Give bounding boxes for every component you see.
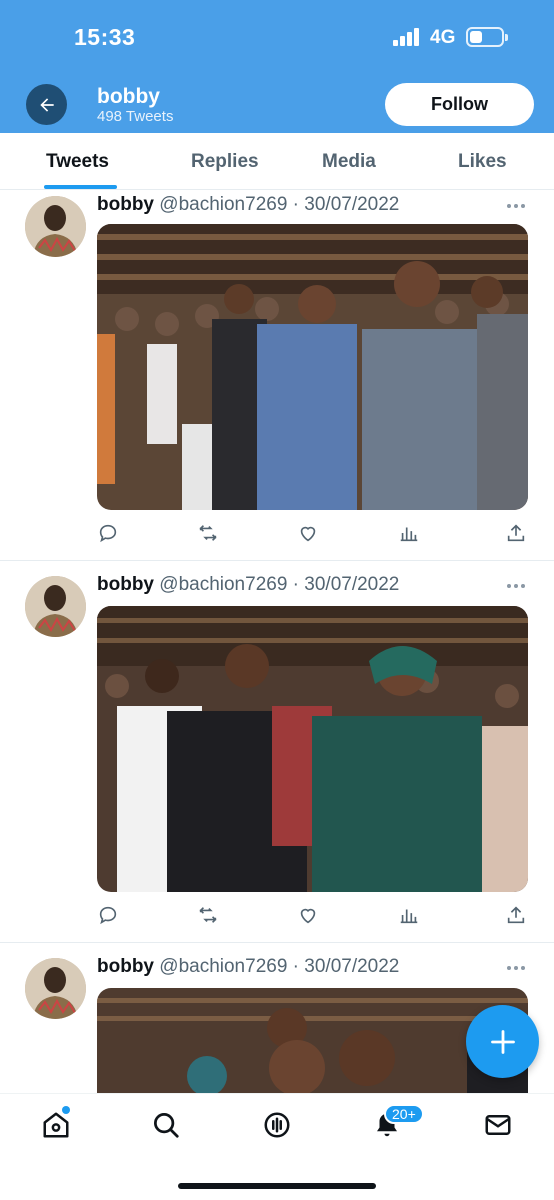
home-icon[interactable]: [41, 1110, 71, 1140]
tweet-card[interactable]: bobby @bachion7269 · 30/07/2022: [0, 190, 554, 561]
home-unread-dot: [62, 1106, 70, 1114]
tweet-author-meta: @bachion7269 · 30/07/2022: [159, 956, 400, 977]
compose-tweet-button[interactable]: [466, 1005, 539, 1078]
tweet-card[interactable]: bobby @bachion7269 · 30/07/2022: [0, 562, 554, 943]
tab-replies[interactable]: Replies: [191, 151, 259, 173]
like-icon[interactable]: [297, 904, 319, 926]
tweet-header: bobby @bachion7269 · 30/07/2022: [97, 194, 399, 216]
analytics-icon[interactable]: [398, 904, 420, 926]
avatar[interactable]: [25, 196, 86, 257]
profile-header: 15:33 4G bobby 498 Tweets Follow: [0, 0, 554, 133]
search-icon[interactable]: [151, 1110, 181, 1140]
tweet-actions: [97, 522, 528, 544]
tweet-media-image[interactable]: [97, 224, 528, 510]
tweet-header: bobby @bachion7269 · 30/07/2022: [97, 574, 399, 596]
tweet-author-name[interactable]: bobby: [97, 956, 154, 977]
tweet-media-image[interactable]: [97, 606, 528, 892]
retweet-icon[interactable]: [197, 904, 219, 926]
mail-icon[interactable]: [483, 1110, 513, 1140]
tweet-media-image[interactable]: [97, 988, 528, 1093]
tab-media[interactable]: Media: [322, 151, 376, 173]
tweet-header: bobby @bachion7269 · 30/07/2022: [97, 956, 399, 978]
tab-tweets[interactable]: Tweets: [46, 151, 109, 173]
battery-icon: [466, 27, 508, 47]
profile-name: bobby: [97, 85, 160, 108]
analytics-icon[interactable]: [398, 522, 420, 544]
avatar[interactable]: [25, 958, 86, 1019]
more-options-icon[interactable]: [507, 584, 527, 590]
tweet-author-name[interactable]: bobby: [97, 194, 154, 215]
more-options-icon[interactable]: [507, 204, 527, 210]
back-button[interactable]: [26, 84, 67, 125]
retweet-icon[interactable]: [197, 522, 219, 544]
spaces-icon[interactable]: [262, 1110, 292, 1140]
notifications-badge: 20+: [384, 1104, 424, 1124]
share-icon[interactable]: [505, 522, 527, 544]
bottom-navigation: 20+: [0, 1093, 554, 1200]
arrow-left-icon: [39, 97, 54, 112]
like-icon[interactable]: [297, 522, 319, 544]
home-indicator: [178, 1183, 376, 1189]
tab-likes[interactable]: Likes: [458, 151, 507, 173]
tweet-card[interactable]: bobby @bachion7269 · 30/07/2022: [0, 944, 554, 1093]
tweet-author-meta: @bachion7269 · 30/07/2022: [159, 194, 400, 215]
tweet-count: 498 Tweets: [97, 108, 174, 125]
avatar[interactable]: [25, 576, 86, 637]
more-options-icon[interactable]: [507, 966, 527, 972]
status-time: 15:33: [74, 24, 136, 50]
tweet-author-meta: @bachion7269 · 30/07/2022: [159, 574, 400, 595]
tweet-author-name[interactable]: bobby: [97, 574, 154, 595]
share-icon[interactable]: [505, 904, 527, 926]
network-type: 4G: [430, 27, 456, 48]
active-tab-indicator: [44, 185, 117, 189]
reply-icon[interactable]: [97, 904, 119, 926]
reply-icon[interactable]: [97, 522, 119, 544]
tweet-actions: [97, 904, 528, 926]
follow-button[interactable]: Follow: [385, 83, 534, 126]
profile-tabs: Tweets Replies Media Likes: [0, 133, 554, 190]
plus-icon: [490, 1029, 515, 1054]
signal-icon: [393, 28, 421, 46]
